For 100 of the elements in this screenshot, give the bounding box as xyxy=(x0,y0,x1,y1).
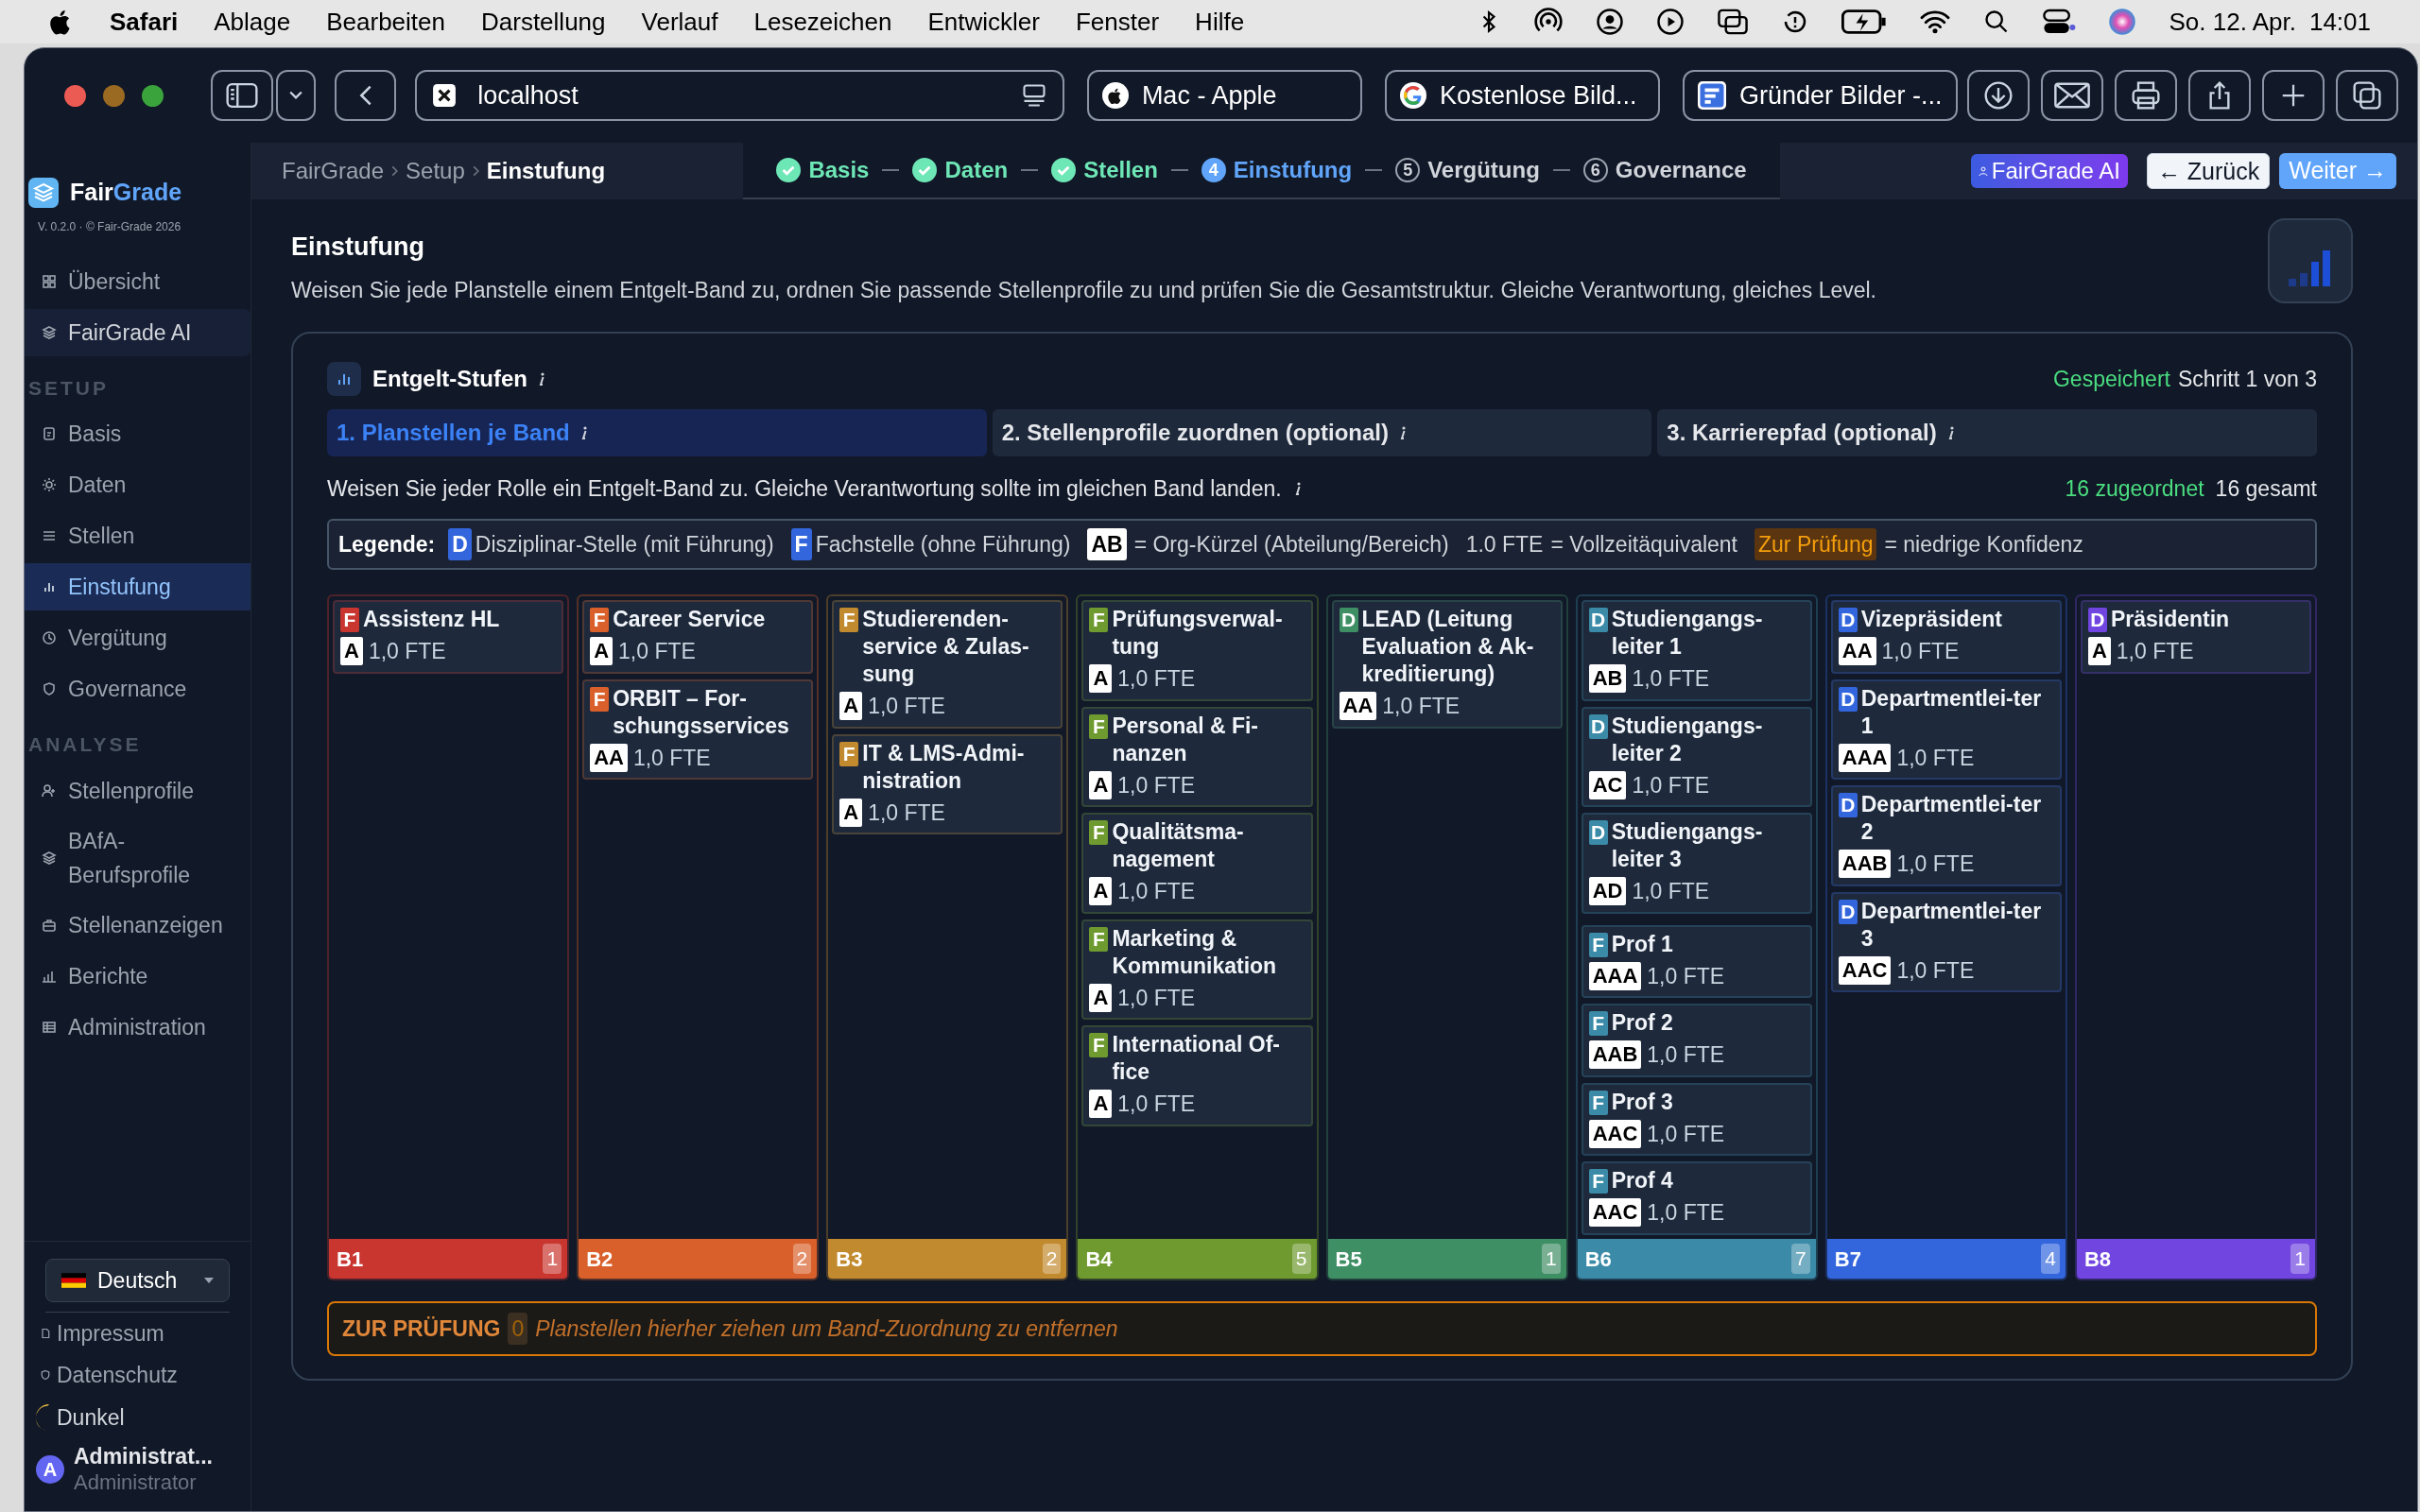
step-item[interactable]: 6 Governance xyxy=(1582,153,1747,187)
position-card[interactable]: F Qualitätsma-nagement A 1,0 FTE xyxy=(1081,813,1313,914)
footer-link[interactable]: Impressum xyxy=(25,1313,251,1354)
sidebar-item[interactable]: Einstufung xyxy=(25,563,251,610)
sidebar-toggle-button[interactable] xyxy=(211,70,273,121)
minimize-button[interactable] xyxy=(103,84,125,107)
total-count: 16 gesamt xyxy=(2215,474,2317,503)
position-card[interactable]: D Studiengangs-leiter 3 AD 1,0 FTE xyxy=(1581,813,1812,914)
address-field[interactable]: localhost xyxy=(415,70,1064,121)
sidebar-item[interactable]: Stellenanzeigen xyxy=(25,901,251,949)
browser-tab[interactable]: Mac - Apple xyxy=(1086,70,1362,121)
browser-tab[interactable]: Kostenlose Bild... xyxy=(1384,70,1660,121)
reader-icon[interactable] xyxy=(1020,82,1047,109)
back-button[interactable]: ← Zurück xyxy=(2146,153,2271,189)
sidebar-item[interactable]: Basis xyxy=(25,410,251,457)
position-card[interactable]: F Prüfungsverwal-tung A 1,0 FTE xyxy=(1081,600,1313,701)
position-card[interactable]: D Departmentlei-ter 3 AAC 1,0 FTE xyxy=(1830,891,2062,992)
menu-date[interactable]: So. 12. Apr. xyxy=(2169,3,2296,41)
menu-item[interactable]: Bearbeiten xyxy=(326,3,445,41)
drop-zone[interactable]: ZUR PRÜFUNG 0 Planstellen hierher ziehen um Band-Zuordnung zu entfernen xyxy=(327,1301,2317,1356)
sidebar-item[interactable]: Daten xyxy=(25,461,251,508)
zoom-button[interactable] xyxy=(142,84,164,107)
sidebar-item[interactable]: Berichte xyxy=(25,952,251,1000)
theme-toggle[interactable]: Dunkel xyxy=(25,1396,251,1439)
mail-button[interactable] xyxy=(2041,70,2103,121)
position-card[interactable]: F Personal & Fi-nanzen A 1,0 FTE xyxy=(1081,706,1313,807)
fte-text: 1,0 FTE xyxy=(1896,850,1975,878)
position-card[interactable]: D Studiengangs-leiter 2 AC 1,0 FTE xyxy=(1581,706,1812,807)
position-card[interactable]: F Career Service A 1,0 FTE xyxy=(582,600,814,674)
language-select[interactable]: Deutsch xyxy=(45,1259,230,1302)
sidebar-item[interactable]: Vergütung xyxy=(25,614,251,662)
play-icon[interactable] xyxy=(1656,8,1685,36)
step-tab[interactable]: 2. Stellenprofile zuordnen (optional) xyxy=(992,409,1652,456)
download-button[interactable] xyxy=(1967,70,2030,121)
step-item[interactable]: Daten xyxy=(912,153,1009,187)
user-avatar: A xyxy=(36,1455,64,1484)
menu-item[interactable]: Lesezeichen xyxy=(753,3,892,41)
position-card[interactable]: F International Of-fice A 1,0 FTE xyxy=(1081,1025,1313,1126)
position-card[interactable]: F Prof 4 AAC 1,0 FTE xyxy=(1581,1161,1812,1235)
toggle-icon[interactable] xyxy=(2042,8,2077,36)
sidebar-item[interactable]: FairGrade AI xyxy=(25,308,251,356)
position-card[interactable]: F Prof 1 AAA 1,0 FTE xyxy=(1581,924,1812,998)
position-title: Marketing & Kommunikation xyxy=(1112,924,1278,980)
position-card[interactable]: F Assistenz HL A 1,0 FTE xyxy=(333,600,564,674)
menu-item[interactable]: Verlauf xyxy=(641,3,718,41)
wifi-icon[interactable] xyxy=(1919,9,1952,35)
menu-item[interactable]: Ablage xyxy=(214,3,291,41)
menu-time[interactable]: 14:01 xyxy=(2308,3,2371,41)
sidebar-item[interactable]: BAfA-Berufsprofile xyxy=(25,817,251,898)
step-item[interactable]: 5 Vergütung xyxy=(1395,153,1540,187)
position-card[interactable]: F IT & LMS-Admi-nistration A 1,0 FTE xyxy=(832,733,1063,834)
breadcrumb-link[interactable]: Setup xyxy=(406,154,465,188)
back-button[interactable] xyxy=(335,70,397,121)
position-card[interactable]: D Departmentlei-ter 2 AAB 1,0 FTE xyxy=(1830,785,2062,886)
menu-item[interactable]: Fenster xyxy=(1075,3,1160,41)
info-icon[interactable] xyxy=(537,371,546,387)
sidebar-item[interactable]: Stellenprofile xyxy=(25,766,251,815)
sidebar-item[interactable]: Stellen xyxy=(25,512,251,559)
app-menu[interactable]: Safari xyxy=(110,3,179,41)
expert-badge: F xyxy=(790,527,812,561)
step-tab[interactable]: 1. Planstellen je Band xyxy=(327,409,987,456)
siri-icon[interactable] xyxy=(2108,8,2137,36)
position-card[interactable]: D Präsidentin A 1,0 FTE xyxy=(2080,600,2311,674)
step-item[interactable]: Basis xyxy=(776,153,870,187)
sidebar-item[interactable]: Administration xyxy=(25,1003,251,1051)
printer-button[interactable] xyxy=(2115,70,2177,121)
sidebar-item[interactable]: Governance xyxy=(25,665,251,713)
footer-link[interactable]: Datenschutz xyxy=(25,1354,251,1396)
share-button[interactable] xyxy=(2188,70,2251,121)
user-circle-icon[interactable] xyxy=(1596,8,1625,36)
position-card[interactable]: D Vizepräsident AA 1,0 FTE xyxy=(1830,600,2062,674)
position-card[interactable]: D Departmentlei-ter 1 AAA 1,0 FTE xyxy=(1830,679,2062,780)
sidebar-item[interactable]: Übersicht xyxy=(25,257,251,305)
menu-item[interactable]: Hilfe xyxy=(1195,3,1245,41)
count-badge: 2 xyxy=(1042,1244,1062,1274)
browser-tab[interactable]: Gründer Bilder -... xyxy=(1682,70,1958,121)
position-card[interactable]: F Prof 2 AAB 1,0 FTE xyxy=(1581,1004,1812,1077)
step-item[interactable]: 4 Einstufung xyxy=(1201,153,1353,187)
position-card[interactable]: F Studierenden-service & Zulas-sung A 1,0 FTE xyxy=(832,600,1063,729)
position-title: Career Service xyxy=(613,606,767,633)
breadcrumb-link[interactable]: FairGrade xyxy=(282,154,385,188)
battery-icon[interactable] xyxy=(1841,9,1888,34)
fte-text: 1,0 FTE xyxy=(368,638,446,665)
position-card[interactable]: F Marketing & Kommunikation A 1,0 FTE xyxy=(1081,919,1313,1020)
position-card[interactable]: D Studiengangs-leiter 1 AB 1,0 FTE xyxy=(1581,600,1812,701)
close-button[interactable] xyxy=(64,84,86,107)
info-icon[interactable] xyxy=(1398,425,1408,440)
ai-button[interactable]: FairGrade AI xyxy=(1970,154,2128,188)
menu-item[interactable]: Darstellung xyxy=(481,3,606,41)
position-card[interactable]: D LEAD (Leitung Evaluation & Ak-kreditierung) AA 1,0 FTE xyxy=(1331,600,1563,729)
legend-title: Legende: xyxy=(338,530,436,558)
position-card[interactable]: F ORBIT – For-schungsservices AA 1,0 FTE xyxy=(582,679,814,780)
step-item[interactable]: Stellen xyxy=(1051,153,1158,187)
tabs-overview-button[interactable] xyxy=(2336,70,2398,121)
step-tab[interactable]: 3. Karrierepfad (optional) xyxy=(1657,409,2317,456)
menu-item[interactable]: Entwickler xyxy=(927,3,1040,41)
position-card[interactable]: F Prof 3 AAC 1,0 FTE xyxy=(1581,1082,1812,1156)
windows-icon[interactable] xyxy=(1717,8,1750,36)
tab-menu-button[interactable] xyxy=(276,70,316,121)
new-tab-button[interactable] xyxy=(2262,70,2325,121)
